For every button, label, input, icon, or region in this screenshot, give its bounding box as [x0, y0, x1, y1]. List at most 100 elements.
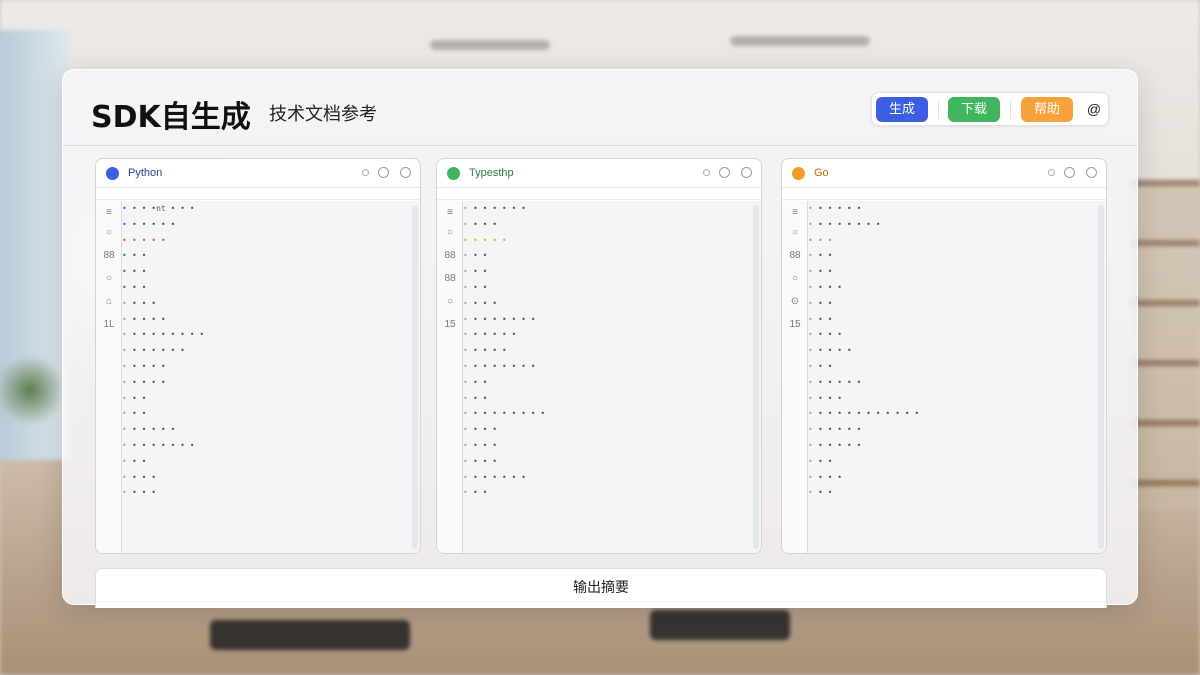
editor-scrollbar[interactable]	[753, 205, 759, 549]
language-label: Python	[128, 167, 163, 179]
line-marker: •	[463, 298, 468, 308]
editor-header: Typesthp	[437, 159, 761, 188]
line-marker: •	[808, 425, 813, 435]
at-icon[interactable]: @	[1084, 99, 1104, 119]
editor-scrollbar[interactable]	[412, 205, 418, 549]
code-editor-panel[interactable]: Go ≡ ○ 88 ○ ⊙ 15 • • • • • • • • • • • • • • • • • • •…	[781, 158, 1107, 554]
background-chair	[210, 620, 410, 650]
code-text: • • • •	[132, 377, 166, 387]
code-line: • • • • • •	[463, 328, 516, 342]
menu-icon[interactable]: ≡	[789, 208, 801, 218]
link-icon[interactable]: 88	[444, 274, 456, 284]
search-icon[interactable]: ○	[789, 228, 801, 238]
code-text: • •	[473, 393, 488, 403]
line-marker: •	[463, 267, 468, 277]
settings-icon[interactable]: ⌂	[103, 297, 115, 307]
line-number-icon[interactable]: 15	[789, 320, 801, 330]
code-text: • •	[473, 251, 488, 261]
language-color-dot	[447, 167, 460, 180]
comment-icon[interactable]	[1064, 167, 1075, 178]
code-text: • • • • • • •	[473, 362, 536, 371]
code-text: • • • • • • • •	[473, 409, 546, 419]
code-text: • •	[473, 283, 488, 292]
grid-icon[interactable]: 88	[103, 251, 115, 261]
code-line: • • •	[808, 486, 832, 500]
help-button[interactable]: 帮助	[1021, 97, 1073, 122]
link-icon[interactable]: ○	[103, 274, 115, 284]
line-marker: •	[808, 393, 813, 403]
code-text: • • •	[473, 425, 498, 435]
code-text: • • • • •	[473, 330, 517, 340]
page-title: SDK自生成	[91, 100, 251, 135]
code-text: • •	[818, 456, 833, 466]
line-marker: •	[122, 441, 127, 450]
code-editor-panel[interactable]: Python ≡ ○ 88 ○ ⌂ 1L • • • •nt • • • • • • • • • • •…	[95, 158, 421, 554]
code-line: • • • • • • •	[463, 471, 526, 485]
chevron-icon[interactable]	[703, 169, 710, 176]
code-text: • •	[818, 298, 833, 308]
code-area[interactable]: ≡ ○ 88 ○ ⊙ 15 • • • • • • • • • • • • • • • • • • • •…	[782, 201, 1106, 553]
comment-icon[interactable]	[378, 167, 389, 178]
code-text: • • •	[132, 472, 157, 482]
grid-icon[interactable]: 88	[444, 251, 456, 261]
more-icon[interactable]	[400, 167, 411, 178]
settings-icon[interactable]: ○	[444, 297, 456, 307]
line-marker: •	[463, 219, 468, 229]
line-marker: •	[808, 251, 813, 261]
code-text: • • • • •	[818, 441, 862, 450]
editor-scrollbar[interactable]	[1098, 205, 1104, 549]
code-text: • • • • • • • •	[132, 330, 205, 340]
code-line: • • • • • • • •	[463, 313, 536, 327]
code-line: • • • • • •	[808, 423, 861, 437]
menu-icon[interactable]: ≡	[103, 208, 115, 218]
download-button[interactable]: 下载	[948, 97, 1000, 122]
line-marker: •	[463, 314, 468, 324]
sdk-generator-window: SDK自生成 技术文档参考 生成 下载 帮助 @ Python ≡ ○ 88 ○ ⌂ 1L •…	[62, 69, 1138, 608]
code-line: • • • •	[808, 328, 842, 342]
line-number-icon[interactable]: 15	[444, 320, 456, 330]
chevron-icon[interactable]	[362, 169, 369, 176]
more-icon[interactable]	[1086, 167, 1097, 178]
language-label: Typesthp	[469, 167, 514, 179]
line-marker: •	[122, 298, 127, 308]
code-editor-panel[interactable]: Typesthp ≡ ○ 88 88 ○ 15 • • • • • • • • • • • • • • …	[436, 158, 762, 554]
code-text: • •	[818, 235, 833, 245]
comment-icon[interactable]	[719, 167, 730, 178]
search-icon[interactable]: ○	[103, 228, 115, 238]
line-marker: •	[122, 409, 127, 419]
code-text: • • • • •	[818, 425, 862, 435]
code-text: • • • • • • •	[473, 314, 536, 324]
settings-icon[interactable]: ⊙	[789, 297, 801, 307]
code-line: • • •	[808, 455, 832, 469]
generate-button[interactable]: 生成	[876, 97, 928, 122]
line-marker: •	[122, 488, 127, 498]
code-text: • • • • • • • • • • •	[818, 409, 920, 419]
line-marker: •	[122, 472, 127, 482]
code-line: • • • •	[122, 471, 156, 485]
code-area[interactable]: ≡ ○ 88 ○ ⌂ 1L • • • •nt • • • • • • • • • • • • • •…	[96, 201, 420, 553]
more-icon[interactable]	[741, 167, 752, 178]
line-marker: •	[808, 488, 813, 498]
code-text: • •	[132, 393, 147, 403]
code-text: • • •	[818, 393, 843, 403]
line-marker: •	[122, 425, 127, 435]
code-text: • • • •	[132, 362, 166, 371]
menu-icon[interactable]: ≡	[444, 208, 456, 218]
grid-icon[interactable]: 88	[789, 251, 801, 261]
code-text: • •	[473, 267, 488, 277]
line-number-icon[interactable]: 1L	[103, 320, 115, 330]
line-marker: •	[463, 330, 468, 340]
code-line: • • • •	[463, 439, 497, 453]
line-marker: •	[808, 346, 813, 356]
code-line: • • • • • • •	[122, 344, 185, 358]
search-icon[interactable]: ○	[444, 228, 456, 238]
line-marker: •	[122, 377, 127, 387]
chevron-icon[interactable]	[1048, 169, 1055, 176]
link-icon[interactable]: ○	[789, 274, 801, 284]
code-text: • • •	[818, 472, 843, 482]
editor-gutter: ≡ ○ 88 88 ○ 15	[437, 201, 463, 553]
line-marker: •	[122, 456, 127, 466]
code-area[interactable]: ≡ ○ 88 88 ○ 15 • • • • • • • • • • • • • • • • • • • •…	[437, 201, 761, 553]
code-line: • • •	[463, 281, 487, 295]
line-marker: •	[122, 283, 127, 292]
